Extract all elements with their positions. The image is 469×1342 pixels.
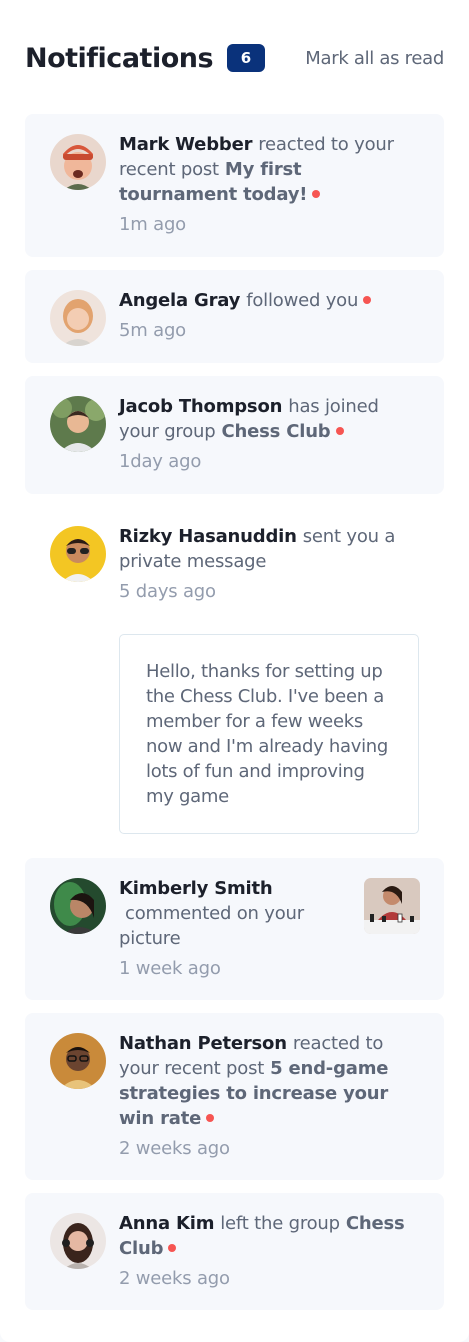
user-name-link[interactable]: Jacob Thompson	[119, 396, 282, 417]
timestamp: 2 weeks ago	[119, 1138, 230, 1159]
notification-action: commented on your picture	[119, 903, 304, 949]
notification-item[interactable]: Anna Kim left the group Chess Club 2 weeks…	[25, 1193, 444, 1310]
notification-text: Nathan Peterson reacted to your recent po…	[119, 1031, 420, 1161]
timestamp: 5m ago	[119, 320, 186, 341]
avatar-anna-kim-icon	[50, 1213, 106, 1269]
avatar[interactable]	[50, 396, 106, 452]
unread-dot	[363, 296, 372, 304]
notification-item[interactable]: Rizky Hasanuddin sent you a private messa…	[25, 506, 444, 846]
avatar[interactable]	[50, 290, 106, 346]
avatar-nathan-peterson-icon	[50, 1033, 106, 1089]
unread-dot	[312, 190, 321, 198]
avatar[interactable]	[50, 134, 106, 190]
notification-item[interactable]: Mark Webber reacted to your recent post My…	[25, 114, 444, 257]
timestamp: 1 week ago	[119, 958, 221, 979]
avatar-kimberly-smith-icon	[50, 878, 106, 934]
notification-item[interactable]: Angela Gray followed you 5m ago	[25, 270, 444, 363]
notification-text: Anna Kim left the group Chess Club 2 weeks…	[119, 1211, 420, 1291]
notification-text: Mark Webber reacted to your recent post My…	[119, 132, 420, 237]
user-name-link[interactable]: Kimberly Smith	[119, 878, 273, 899]
notifications-card: Notifications 6 Mark all as read Mark We…	[0, 0, 469, 1342]
unread-dot	[206, 1114, 215, 1122]
avatar-angela-gray-icon	[50, 290, 106, 346]
timestamp: 5 days ago	[119, 581, 216, 602]
notification-text: Kimberly Smith commented on your picture …	[119, 876, 354, 981]
private-message-preview[interactable]: Hello, thanks for setting up the Chess C…	[119, 634, 419, 834]
user-name-link[interactable]: Mark Webber	[119, 134, 252, 155]
avatar[interactable]	[50, 1033, 106, 1089]
page-title: Notifications	[25, 43, 214, 74]
user-name-link[interactable]: Nathan Peterson	[119, 1033, 287, 1054]
unread-dot	[335, 427, 344, 435]
notification-text: Angela Gray followed you 5m ago	[119, 288, 420, 343]
notification-item[interactable]: Kimberly Smith commented on your picture …	[25, 858, 444, 1000]
avatar[interactable]	[50, 878, 106, 934]
avatar-mark-webber-icon	[50, 134, 106, 190]
timestamp: 1day ago	[119, 451, 202, 472]
notification-action: left the group	[220, 1213, 340, 1234]
avatar-jacob-thompson-icon	[50, 396, 106, 452]
unread-count-badge: 6	[227, 44, 265, 72]
notification-item[interactable]: Jacob Thompson has joined your group Chess…	[25, 376, 444, 494]
user-name-link[interactable]: Angela Gray	[119, 290, 240, 311]
mark-all-as-read-button[interactable]: Mark all as read	[305, 48, 444, 69]
notification-item[interactable]: Nathan Peterson reacted to your recent po…	[25, 1013, 444, 1180]
notification-action: followed you	[246, 290, 359, 311]
user-name-link[interactable]: Rizky Hasanuddin	[119, 526, 297, 547]
avatar[interactable]	[50, 526, 106, 582]
timestamp: 1m ago	[119, 214, 186, 235]
commented-picture-thumbnail[interactable]	[364, 878, 420, 934]
notification-text: Rizky Hasanuddin sent you a private messa…	[119, 524, 420, 604]
notification-text: Jacob Thompson has joined your group Chess…	[119, 394, 420, 474]
timestamp: 2 weeks ago	[119, 1268, 230, 1289]
group-link[interactable]: Chess Club	[221, 421, 330, 442]
user-name-link[interactable]: Anna Kim	[119, 1213, 214, 1234]
avatar[interactable]	[50, 1213, 106, 1269]
unread-dot	[168, 1244, 177, 1252]
chess-picture-icon	[364, 878, 420, 934]
avatar-rizky-hasanuddin-icon	[50, 526, 106, 582]
notifications-header: Notifications 6 Mark all as read	[25, 40, 444, 80]
